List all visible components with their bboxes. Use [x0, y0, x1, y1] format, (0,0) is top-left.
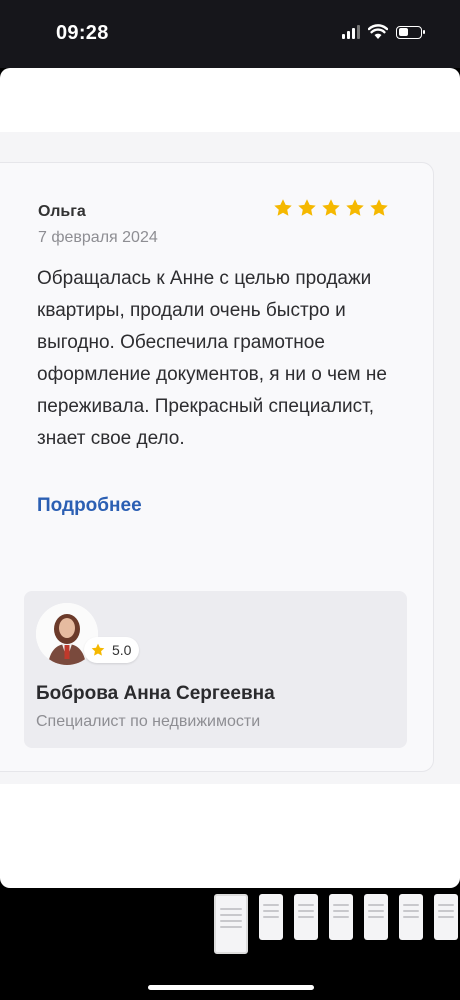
review-text: Обращалась к Анне с целью продажи кварти…: [37, 268, 387, 449]
review-sheet: Ольга 7 февраля 2024 Обращалась к Анне с…: [0, 68, 460, 888]
review-author: Ольга: [38, 203, 86, 220]
review-card: Ольга 7 февраля 2024 Обращалась к Анне с…: [0, 162, 434, 772]
status-clock: 09:28: [56, 22, 109, 44]
battery-icon: [396, 25, 425, 39]
star-icon: [298, 199, 316, 216]
star-icon: [346, 199, 364, 216]
star-icon: [370, 199, 388, 216]
thumbnail[interactable]: [364, 894, 388, 940]
thumbnail[interactable]: [214, 894, 248, 954]
star-icon: [322, 199, 340, 216]
status-icons: [342, 24, 425, 40]
thumbnail[interactable]: [294, 894, 318, 940]
agent-name: Боброва Анна Сергеевна: [36, 683, 275, 704]
star-icon: [91, 643, 105, 656]
signal-icon: [342, 25, 360, 39]
thumbnail[interactable]: [434, 894, 458, 940]
screenshot-thumbnails: [214, 894, 458, 954]
agent-role: Специалист по недвижимости: [36, 713, 261, 730]
status-bar: 09:28: [0, 0, 460, 68]
thumbnail[interactable]: [399, 894, 423, 940]
agent-rating-badge: 5.0: [84, 637, 140, 663]
agent-card[interactable]: 5.0 Боброва Анна Сергеевна Специалист по…: [24, 591, 407, 748]
home-indicator[interactable]: [148, 985, 314, 990]
star-icon: [274, 199, 292, 216]
wifi-icon: [368, 24, 388, 39]
rating-stars: [272, 197, 390, 219]
more-link[interactable]: Подробнее: [37, 495, 142, 517]
thumbnail[interactable]: [259, 894, 283, 940]
thumbnail[interactable]: [329, 894, 353, 940]
review-date: 7 февраля 2024: [38, 229, 158, 246]
agent-rating: 5.0: [112, 642, 132, 658]
